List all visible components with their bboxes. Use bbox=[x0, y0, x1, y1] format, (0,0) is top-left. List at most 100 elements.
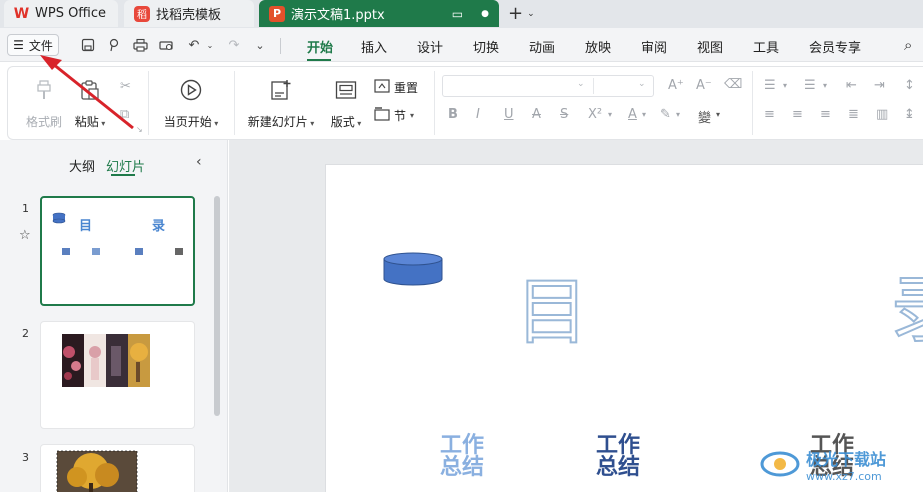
reset-button[interactable]: 重置 bbox=[374, 79, 418, 96]
font-color-icon[interactable]: A bbox=[628, 107, 637, 122]
format-painter-button[interactable]: 格式刷 bbox=[24, 77, 64, 130]
phonetic-dropdown-icon[interactable]: ▾ bbox=[716, 110, 720, 119]
tab-document[interactable]: P 演示文稿1.pptx ▭ ● bbox=[259, 0, 499, 27]
align-right-icon[interactable]: ≡ bbox=[820, 107, 831, 122]
ribbon-separator bbox=[434, 71, 435, 135]
underline-icon[interactable]: U bbox=[504, 107, 514, 122]
print-preview-icon[interactable] bbox=[158, 37, 174, 53]
tab-wps-office[interactable]: W WPS Office bbox=[4, 0, 118, 27]
clipboard-launcher-icon[interactable]: ↘ bbox=[136, 125, 143, 134]
thumbnail-scrollbar[interactable] bbox=[214, 196, 220, 416]
slide-item-1[interactable]: 工作 总结 bbox=[440, 435, 484, 479]
unsaved-dot-icon: ● bbox=[481, 8, 489, 19]
paste-dropdown-icon[interactable]: ▾ bbox=[99, 119, 105, 128]
star-icon[interactable]: ☆ bbox=[19, 228, 31, 243]
menu-membership[interactable]: 会员专享 bbox=[809, 37, 861, 56]
align-left-icon[interactable]: ≡ bbox=[764, 107, 775, 122]
highlight-dropdown-icon[interactable]: ▾ bbox=[676, 110, 680, 119]
paste-button[interactable]: 粘贴 ▾ bbox=[70, 77, 110, 130]
save-icon[interactable] bbox=[80, 37, 96, 53]
format-painter-label: 格式刷 bbox=[25, 115, 62, 129]
menu-view[interactable]: 视图 bbox=[697, 37, 723, 56]
font-combobox[interactable]: ⌄ ⌄ bbox=[442, 75, 654, 97]
slide-thumbnail-1[interactable]: 目 录 bbox=[40, 196, 195, 306]
menu-design[interactable]: 设计 bbox=[417, 37, 443, 56]
export-icon[interactable] bbox=[106, 37, 122, 53]
increase-font-icon[interactable]: A⁺ bbox=[668, 78, 684, 93]
file-menu-button[interactable]: ☰ 文件 bbox=[7, 34, 59, 56]
collapse-pane-icon[interactable]: ‹ bbox=[196, 154, 202, 170]
decrease-indent-icon[interactable]: ⇤ bbox=[846, 78, 857, 93]
menu-review[interactable]: 审阅 bbox=[641, 37, 667, 56]
slide-thumbnail-3[interactable] bbox=[40, 444, 195, 492]
slide-title-left[interactable]: 目 bbox=[515, 253, 589, 358]
slide-item-2[interactable]: 工作 总结 bbox=[596, 435, 640, 479]
section-button[interactable]: 节 ▾ bbox=[374, 107, 414, 124]
copy-icon[interactable]: ⧉ bbox=[120, 107, 129, 122]
thumb1-title-b: 录 bbox=[152, 219, 166, 234]
menu-animation[interactable]: 动画 bbox=[529, 37, 555, 56]
superscript-dropdown-icon[interactable]: ▾ bbox=[608, 110, 612, 119]
play-from-current-button[interactable]: 当页开始 ▾ bbox=[158, 77, 224, 130]
strikethrough-icon[interactable]: A bbox=[532, 107, 541, 122]
menu-slideshow[interactable]: 放映 bbox=[585, 37, 611, 56]
new-slide-button[interactable]: 新建幻灯片 ▾ bbox=[242, 77, 320, 130]
layout-dropdown-icon[interactable]: ▾ bbox=[355, 119, 361, 128]
redo-icon[interactable]: ↷ bbox=[226, 37, 242, 53]
font-name-dropdown-icon[interactable]: ⌄ bbox=[577, 79, 585, 89]
justify-icon[interactable]: ≣ bbox=[848, 107, 859, 122]
layout-button[interactable]: 版式 ▾ bbox=[326, 77, 366, 130]
monitor-icon[interactable]: ▭ bbox=[452, 7, 463, 21]
text-direction-icon[interactable]: ↨ bbox=[904, 107, 915, 122]
menu-insert[interactable]: 插入 bbox=[361, 37, 387, 56]
menu-transition[interactable]: 切换 bbox=[473, 37, 499, 56]
undo-icon[interactable]: ↶ bbox=[186, 37, 202, 53]
phonetic-icon[interactable]: 變 bbox=[698, 107, 711, 126]
paste-icon bbox=[77, 77, 103, 103]
align-center-icon[interactable]: ≡ bbox=[792, 107, 803, 122]
clear-format-icon[interactable]: ⌫ bbox=[724, 77, 742, 92]
ribbon-separator bbox=[234, 71, 235, 135]
new-tab-button[interactable]: + ⌄ bbox=[508, 0, 535, 27]
tab-template-label: 找稻壳模板 bbox=[156, 8, 222, 23]
hamburger-icon: ☰ bbox=[13, 38, 24, 52]
slide-title-right[interactable]: 录 bbox=[890, 251, 923, 356]
file-menu-label: 文件 bbox=[28, 38, 53, 53]
line-spacing-icon[interactable]: ↕ bbox=[904, 78, 915, 93]
tab-template[interactable]: 稻 找稻壳模板 bbox=[124, 0, 254, 27]
menu-tools[interactable]: 工具 bbox=[753, 37, 779, 56]
new-slide-label-row: 新建幻灯片 ▾ bbox=[242, 113, 320, 130]
numbered-list-icon[interactable]: ☰ bbox=[804, 78, 816, 93]
slide-number-2: 2 bbox=[22, 327, 29, 340]
shadow-icon[interactable]: S bbox=[560, 107, 568, 122]
tab-slides[interactable]: 幻灯片 bbox=[106, 156, 145, 175]
section-label: 节 bbox=[394, 109, 407, 123]
watermark-title: 极光下载站 bbox=[806, 449, 887, 469]
increase-indent-icon[interactable]: ⇥ bbox=[874, 78, 885, 93]
more-dropdown-icon[interactable]: ⌄ bbox=[252, 37, 268, 53]
search-icon[interactable]: ⌕ bbox=[904, 36, 912, 54]
new-slide-dropdown-icon[interactable]: ▾ bbox=[308, 119, 314, 128]
slide-thumbnail-2[interactable] bbox=[40, 321, 195, 429]
menu-home[interactable]: 开始 bbox=[307, 37, 333, 56]
superscript-icon[interactable]: X² bbox=[588, 107, 602, 122]
paste-label-row: 粘贴 ▾ bbox=[70, 113, 110, 130]
numbered-list-dropdown-icon[interactable]: ▾ bbox=[823, 81, 827, 90]
decrease-font-icon[interactable]: A⁻ bbox=[696, 78, 712, 93]
section-icon bbox=[374, 107, 390, 124]
cylinder-shape[interactable] bbox=[382, 251, 452, 293]
bullet-list-icon[interactable]: ☰ bbox=[764, 78, 776, 93]
cut-icon[interactable]: ✂ bbox=[120, 79, 131, 94]
play-dropdown-icon[interactable]: ▾ bbox=[212, 119, 218, 128]
font-color-dropdown-icon[interactable]: ▾ bbox=[642, 110, 646, 119]
font-size-dropdown-icon[interactable]: ⌄ bbox=[638, 79, 646, 89]
bullet-list-dropdown-icon[interactable]: ▾ bbox=[783, 81, 787, 90]
bold-icon[interactable]: B bbox=[448, 107, 458, 122]
thumb1-title-a: 目 bbox=[79, 219, 93, 234]
italic-icon[interactable]: I bbox=[476, 107, 480, 122]
tab-outline[interactable]: 大纲 bbox=[69, 156, 95, 175]
distribute-columns-icon[interactable]: ▥ bbox=[876, 107, 888, 122]
print-icon[interactable] bbox=[132, 37, 148, 53]
highlight-icon[interactable]: ✎ bbox=[660, 107, 671, 122]
undo-dropdown-icon[interactable]: ⌄ bbox=[202, 37, 218, 53]
